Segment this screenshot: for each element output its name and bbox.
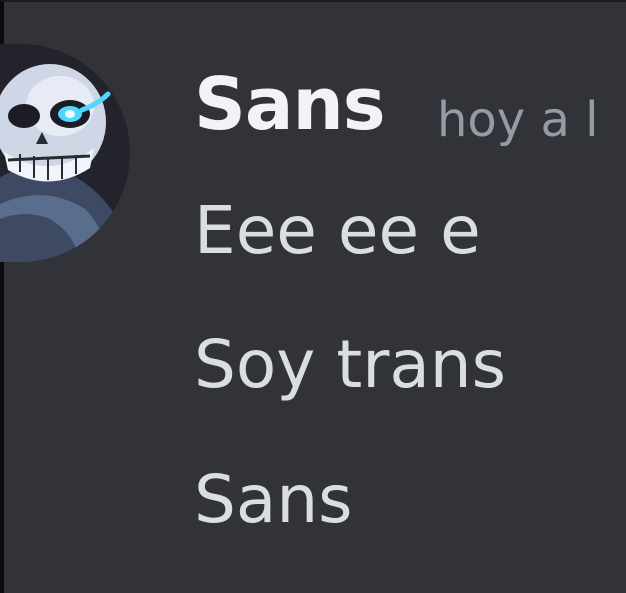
message-line: Soy trans [194,326,506,403]
message-line: Sans [194,461,353,538]
message-timestamp: hoy a l [437,92,599,148]
skull-avatar-icon [0,44,130,262]
avatar[interactable] [0,44,130,262]
message-line: Eee ee e [194,192,481,269]
author-name[interactable]: Sans [194,68,386,140]
chat-message: Sans hoy a l Eee ee e Soy trans Sans [0,0,626,593]
